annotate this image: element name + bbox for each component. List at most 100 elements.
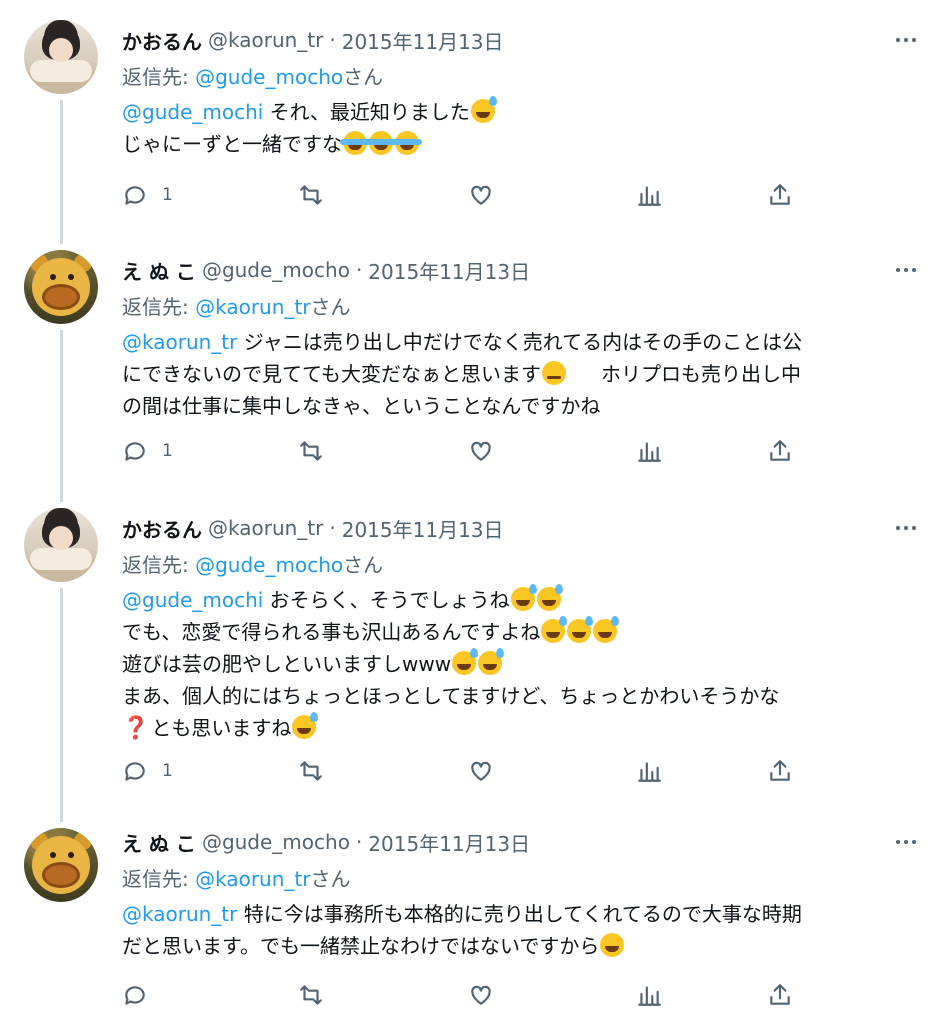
tweet-actions: 1 [122, 754, 802, 788]
retweet-button[interactable] [298, 982, 324, 1008]
tweet-line: とも思いますね [151, 716, 292, 740]
like-button[interactable] [468, 758, 494, 784]
like-button[interactable] [468, 982, 494, 1008]
tweet-text: @kaorun_tr ジャニは売り出し中だけでなく売れてる内はその手のことは公 … [122, 326, 924, 422]
reply-to-label: 返信先: [122, 65, 196, 89]
reply-icon [125, 442, 145, 461]
tweet-date[interactable]: 2015年11月13日 [342, 514, 504, 543]
sweat-smile-emoji-icon [593, 616, 620, 643]
tweet-date[interactable]: 2015年11月13日 [368, 256, 530, 285]
thread-connector-line [60, 588, 63, 822]
avatar[interactable] [24, 828, 98, 902]
views-button[interactable] [636, 438, 662, 464]
more-icon[interactable] [892, 514, 920, 542]
tweet-text: @kaorun_tr 特に今は事務所も本格的に売り出してくれてるので大事な時期 … [122, 898, 924, 962]
tweet-header: え ぬ こ @gude_mocho · 2015年11月13日 [122, 250, 924, 290]
more-icon[interactable] [892, 256, 920, 284]
tweet-date[interactable]: 2015年11月13日 [342, 26, 504, 55]
enuko-avatar[interactable] [24, 250, 98, 324]
separator: · [355, 258, 363, 282]
user-handle[interactable]: @gude_mocho [202, 258, 350, 282]
display-name[interactable]: え ぬ こ [122, 256, 196, 285]
retweet-button[interactable] [298, 758, 324, 784]
sweat-smile-emoji-icon [470, 96, 497, 123]
share-button[interactable] [767, 982, 793, 1008]
avatar[interactable] [24, 508, 98, 582]
tweet-line: の間は仕事に集中しなきゃ、ということなんですかね [122, 394, 601, 418]
reply-to-mention[interactable]: @kaorun_tr [195, 867, 310, 891]
display-name[interactable]: え ぬ こ [122, 828, 196, 857]
tweet-date[interactable]: 2015年11月13日 [368, 828, 530, 857]
reply-to-mention[interactable]: @gude_mocho [195, 65, 343, 89]
retweet-button[interactable] [298, 438, 324, 464]
sweat-smile-emoji-icon [292, 712, 319, 739]
reply-count: 1 [162, 185, 173, 205]
share-icon [770, 184, 790, 205]
mention-link[interactable]: @kaorun_tr [122, 902, 237, 926]
reply-count: 1 [162, 441, 173, 461]
share-button[interactable] [767, 758, 793, 784]
sweat-smile-emoji-icon [536, 584, 563, 611]
mention-link[interactable]: @kaorun_tr [122, 330, 237, 354]
share-button[interactable] [767, 438, 793, 464]
mention-link[interactable]: @gude_mochi [122, 588, 263, 612]
like-button[interactable] [468, 182, 494, 208]
tweet[interactable]: かおるん @kaorun_tr · 2015年11月13日 返信先: @gude… [0, 0, 948, 244]
sweat-smile-emoji-icon [478, 648, 505, 675]
tweet-line: 特に今は事務所も本格的に売り出してくれてるので大事な時期 [237, 902, 802, 926]
reply-to-mention[interactable]: @gude_mocho [195, 553, 343, 577]
reply-to-label: 返信先: [122, 295, 196, 319]
reply-to-label: 返信先: [122, 553, 196, 577]
tweet-line: だと思います。でも一緒禁止なわけではないですから [122, 934, 600, 958]
tweet-line: おそらく、そうでしょうね [263, 588, 510, 612]
retweet-button[interactable] [298, 182, 324, 208]
sweat-smile-emoji-icon [567, 616, 594, 643]
reply-button[interactable]: 1 [122, 758, 173, 784]
joy-emoji-icon [340, 131, 370, 155]
user-handle[interactable]: @gude_mocho [202, 830, 350, 854]
kaorun-avatar[interactable] [24, 20, 98, 94]
reply-to-suffix: さん [343, 553, 384, 577]
views-icon [638, 762, 661, 782]
views-icon [638, 986, 661, 1006]
display-name[interactable]: かおるん [122, 514, 202, 543]
reply-button[interactable] [122, 982, 162, 1008]
views-button[interactable] [636, 758, 662, 784]
like-button[interactable] [468, 438, 494, 464]
avatar[interactable] [24, 20, 98, 94]
sweat-smile-emoji-icon [452, 648, 479, 675]
reply-button[interactable]: 1 [122, 438, 173, 464]
tweet[interactable]: かおるん @kaorun_tr · 2015年11月13日 返信先: @gude… [0, 488, 948, 822]
display-name[interactable]: かおるん [122, 26, 202, 55]
tweet-header: え ぬ こ @gude_mocho · 2015年11月13日 [122, 822, 924, 862]
mention-link[interactable]: @gude_mochi [122, 100, 263, 124]
reply-count: 1 [162, 761, 173, 781]
user-handle[interactable]: @kaorun_tr [208, 28, 323, 52]
views-icon [638, 442, 661, 462]
share-icon [770, 760, 790, 781]
avatar[interactable] [24, 250, 98, 324]
tweet[interactable]: え ぬ こ @gude_mocho · 2015年11月13日 返信先: @ka… [0, 230, 948, 502]
more-icon[interactable] [892, 828, 920, 856]
reply-to-mention[interactable]: @kaorun_tr [195, 295, 310, 319]
joy-emoji-icon [366, 131, 396, 155]
enuko-avatar[interactable] [24, 828, 98, 902]
reply-to-line: 返信先: @kaorun_trさん [122, 290, 924, 324]
reply-button[interactable]: 1 [122, 182, 173, 208]
tweet-line: 遊びは芸の肥やしといいますしwww [122, 652, 452, 676]
tweet-actions: 1 [122, 178, 802, 212]
like-icon [471, 761, 491, 781]
share-button[interactable] [767, 182, 793, 208]
separator: · [329, 516, 336, 540]
reply-icon [125, 762, 145, 781]
reply-to-label: 返信先: [122, 867, 196, 891]
tweet[interactable]: え ぬ こ @gude_mocho · 2015年11月13日 返信先: @ka… [0, 808, 948, 1024]
views-icon [638, 186, 661, 206]
views-button[interactable] [636, 182, 662, 208]
share-icon [770, 984, 790, 1005]
smiley-emoji-icon [600, 933, 625, 957]
more-icon[interactable] [892, 26, 920, 54]
user-handle[interactable]: @kaorun_tr [208, 516, 323, 540]
views-button[interactable] [636, 982, 662, 1008]
kaorun-avatar[interactable] [24, 508, 98, 582]
